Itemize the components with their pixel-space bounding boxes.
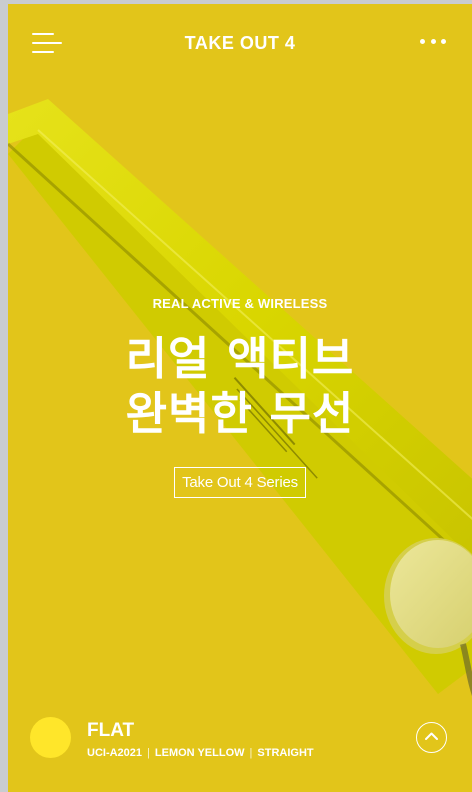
hero-headline: 리얼 액티브 완벽한 무선: [8, 331, 472, 441]
chevron-up-icon: [425, 732, 438, 740]
product-type: STRAIGHT: [257, 747, 314, 759]
series-button[interactable]: Take Out 4 Series: [174, 467, 306, 498]
more-dots-icon[interactable]: [420, 34, 446, 48]
hero-eyebrow: REAL ACTIVE & WIRELESS: [152, 296, 328, 311]
top-navigation-bar: TAKE OUT 4: [8, 4, 472, 84]
color-swatch[interactable]: [30, 717, 71, 758]
headline-line-1: 리얼 액티브: [125, 332, 355, 385]
page-title[interactable]: TAKE OUT 4: [8, 33, 472, 54]
hero-section: REAL ACTIVE & WIRELESS 리얼 액티브 완벽한 무선 Tak…: [8, 296, 472, 498]
model-number: UCI-A2021: [87, 747, 143, 759]
app-frame: TAKE OUT 4 REAL ACTIVE & WIRELESS 리얼 액티브…: [8, 4, 472, 792]
color-name: LEMON YELLOW: [154, 747, 245, 759]
dot: [420, 38, 425, 44]
product-meta: UCI-A2021 | LEMON YELLOW | STRAIGHT: [87, 747, 314, 759]
headline-line-2: 완벽한 무선: [125, 387, 355, 440]
separator: |: [249, 747, 253, 759]
dot: [430, 38, 436, 44]
separator: |: [147, 747, 150, 759]
dot: [441, 38, 446, 44]
product-info-bar: FLAT UCI-A2021 | LEMON YELLOW | STRAIGHT: [8, 714, 472, 774]
product-name: FLAT: [87, 720, 135, 741]
scroll-top-button[interactable]: [416, 722, 447, 753]
